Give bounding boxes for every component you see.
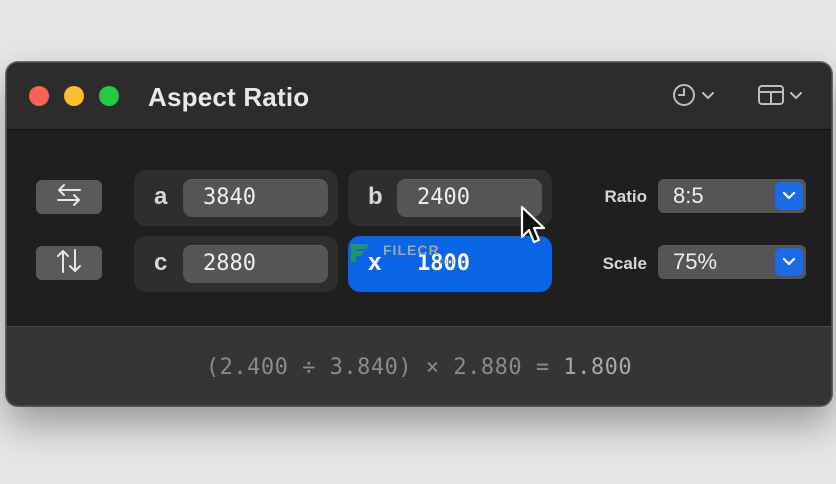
titlebar: Aspect Ratio xyxy=(7,63,831,130)
watermark: FILECR .com xyxy=(347,236,463,270)
formula-result: 1.800 xyxy=(563,355,633,380)
formula-a: 3.840 xyxy=(329,355,399,380)
chevron-down-icon[interactable] xyxy=(775,182,803,210)
history-button[interactable] xyxy=(671,83,715,111)
formula-close-paren: ) xyxy=(398,355,413,380)
minimize-button[interactable] xyxy=(64,86,84,106)
formula-c: 2.880 xyxy=(453,355,523,380)
scale-label: Scale xyxy=(602,254,647,273)
formula-equals: = xyxy=(522,355,564,380)
field-a-label: a xyxy=(154,183,168,210)
formula-multiply: × xyxy=(412,355,454,380)
layout-button[interactable] xyxy=(757,83,803,111)
close-button[interactable] xyxy=(29,86,49,106)
field-c-input[interactable]: 2880 xyxy=(183,245,328,283)
chevron-down-icon xyxy=(701,88,715,106)
ratio-value: 8:5 xyxy=(673,183,704,208)
chevron-down-icon xyxy=(789,88,803,106)
zoom-button[interactable] xyxy=(99,86,119,106)
history-icon xyxy=(671,82,697,113)
watermark-logo-icon xyxy=(351,244,369,262)
swap-values-button[interactable] xyxy=(36,180,102,214)
watermark-text: FILECR xyxy=(383,242,440,258)
scale-select[interactable]: 75% xyxy=(658,245,806,279)
swap-horizontal-icon xyxy=(54,182,84,213)
formula-open-paren: ( xyxy=(205,355,220,380)
field-c-label: c xyxy=(154,249,168,276)
aspect-ratio-window: Aspect Ratio a 3840 b 2400 c 2880 x 1800… xyxy=(6,62,832,406)
window-title: Aspect Ratio xyxy=(148,82,310,112)
calculator-panel: a 3840 b 2400 c 2880 x 1800 Ratio 8:5 Sc… xyxy=(7,130,831,326)
field-a-input[interactable]: 3840 xyxy=(183,179,328,217)
ratio-label: Ratio xyxy=(604,187,648,206)
mouse-cursor-icon xyxy=(518,204,552,253)
swap-vertical-icon xyxy=(54,248,84,279)
formula-divide: ÷ xyxy=(288,355,330,380)
formula-text: (2.400 ÷ 3.840) × 2.880 = 1.800 xyxy=(7,355,831,380)
layout-icon xyxy=(757,83,785,112)
watermark-suffix: .com xyxy=(437,257,455,266)
formula-bar: (2.400 ÷ 3.840) × 2.880 = 1.800 xyxy=(7,326,831,405)
flip-values-button[interactable] xyxy=(36,246,102,280)
chevron-down-icon[interactable] xyxy=(775,248,803,276)
ratio-select[interactable]: 8:5 xyxy=(658,179,806,213)
field-c: c 2880 xyxy=(134,236,338,292)
scale-value: 75% xyxy=(673,249,718,274)
field-a: a 3840 xyxy=(134,170,338,226)
formula-b: 2.400 xyxy=(219,355,289,380)
field-b-label: b xyxy=(368,183,383,210)
